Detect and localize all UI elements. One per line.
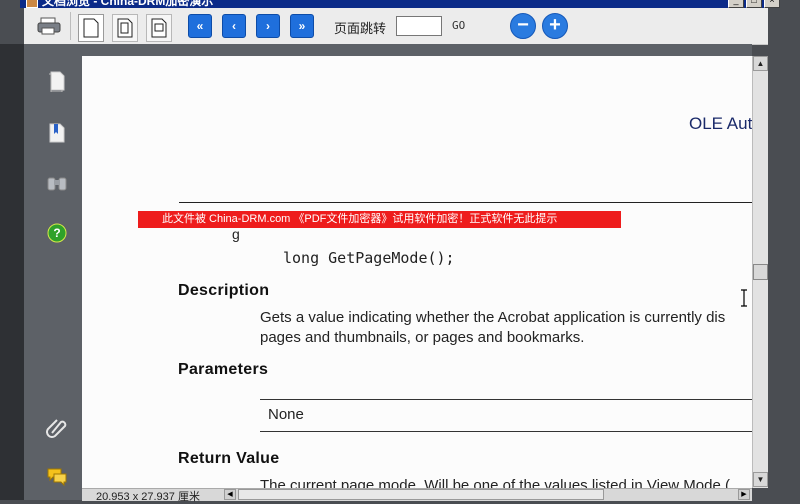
binoculars-icon[interactable]	[46, 172, 68, 194]
vertical-scrollbar[interactable]: ▲ ▼	[752, 56, 769, 488]
page-jump-input[interactable]	[396, 16, 442, 36]
title-bar: 文档浏览 - China-DRM加密演示 _ □ ×	[20, 0, 780, 8]
svg-text:?: ?	[53, 226, 60, 240]
facing-page-button[interactable]	[146, 14, 172, 42]
parameters-heading: Parameters	[178, 361, 269, 378]
minimize-button[interactable]: _	[728, 0, 744, 8]
zoom-out-button[interactable]: −	[510, 13, 536, 39]
first-page-button[interactable]: «	[188, 14, 212, 38]
horizontal-scroll-thumb[interactable]	[238, 489, 604, 500]
comments-icon[interactable]	[46, 466, 68, 488]
scroll-right-arrow[interactable]: ▶	[738, 489, 750, 500]
zoom-in-button[interactable]: +	[542, 13, 568, 39]
status-bar: 20.953 x 27.937 厘米 ◀ ▶	[82, 488, 752, 503]
vertical-scroll-thumb[interactable]	[753, 264, 768, 280]
next-page-button[interactable]: ›	[256, 14, 280, 38]
page-header-title: OLE Auto	[689, 114, 752, 133]
toolbar: « ‹ › » 页面跳转 GO − +	[24, 8, 780, 45]
pages-icon[interactable]	[46, 70, 68, 93]
description-heading: Description	[178, 282, 270, 299]
previous-page-button[interactable]: ‹	[222, 14, 246, 38]
bookmark-icon[interactable]	[46, 122, 68, 144]
i-beam-cursor	[741, 289, 747, 307]
navigation-sidebar: ?	[24, 44, 82, 500]
description-line-1: Gets a value indicating whether the Acro…	[260, 309, 726, 326]
scroll-down-arrow[interactable]: ▼	[753, 472, 768, 487]
attachment-icon[interactable]	[46, 416, 68, 438]
page-jump-label: 页面跳转	[334, 21, 387, 36]
window-right-edge	[768, 8, 800, 500]
description-line-2: pages and thumbnails, or pages and bookm…	[260, 329, 585, 346]
maximize-button[interactable]: □	[746, 0, 762, 8]
partial-heading: g	[232, 226, 240, 242]
table-top-rule	[260, 399, 752, 400]
close-button[interactable]: ×	[764, 0, 780, 8]
toolbar-separator	[70, 12, 71, 40]
last-page-button[interactable]: »	[290, 14, 314, 38]
scroll-up-arrow[interactable]: ▲	[753, 56, 768, 71]
app-icon	[26, 0, 38, 8]
parameters-value: None	[268, 406, 304, 423]
single-page-button[interactable]	[78, 14, 104, 42]
method-signature: long GetPageMode();	[283, 249, 455, 267]
table-bottom-rule	[260, 431, 752, 432]
window-left-edge	[0, 44, 24, 500]
continuous-page-button[interactable]	[112, 14, 138, 42]
scroll-left-arrow[interactable]: ◀	[224, 489, 236, 500]
page-size-readout: 20.953 x 27.937 厘米	[96, 491, 200, 503]
encryption-watermark: 此文件被 China-DRM.com 《PDF文件加密器》试用软件加密！正式软件…	[138, 211, 621, 228]
print-icon[interactable]	[36, 16, 62, 36]
header-rule	[179, 202, 752, 203]
help-icon[interactable]: ?	[46, 222, 68, 244]
return-value-heading: Return Value	[178, 450, 280, 467]
go-button[interactable]: GO	[452, 19, 465, 32]
document-page: OLE Auto g 此文件被 China-DRM.com 《PDF文件加密器》…	[82, 44, 752, 500]
